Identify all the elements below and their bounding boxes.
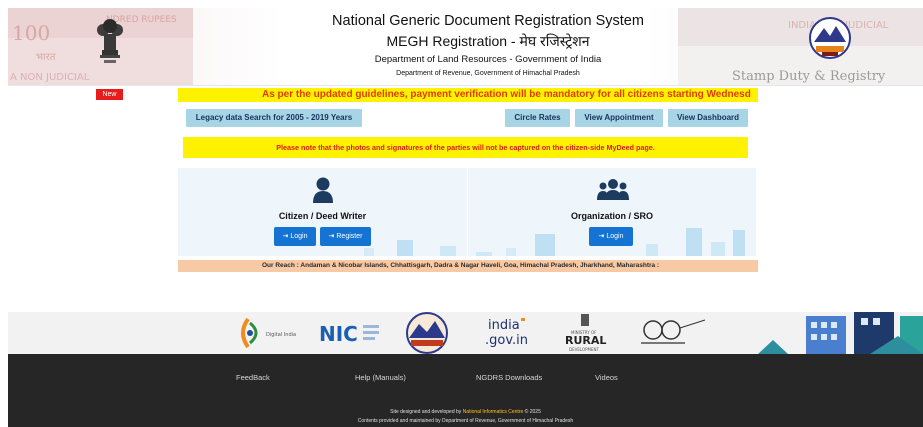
- city-skyline-illustration: [758, 312, 923, 354]
- legacy-data-search-button[interactable]: Legacy data Search for 2005 - 2019 Years: [186, 109, 362, 127]
- users-group-icon: [597, 179, 629, 200]
- page-subtitle: MEGH Registration - मेघ रजिस्ट्रेशन: [386, 33, 590, 49]
- sign-in-icon: ⇥: [328, 233, 335, 240]
- page: 100 NDRED RUPEES भारत A NON JUDICIAL Nat…: [0, 0, 923, 427]
- footer-maintained-by: Contents provided and maintained by Depa…: [8, 418, 923, 424]
- header-banner: 100 NDRED RUPEES भारत A NON JUDICIAL Nat…: [8, 8, 923, 86]
- designed-prefix: Site designed and developed by: [390, 409, 462, 415]
- new-badge: New: [96, 89, 123, 100]
- photo-signature-notice: Please note that the photos and signatur…: [183, 137, 748, 158]
- svg-text:Digital India: Digital India: [266, 332, 296, 338]
- citizen-panel-title: Citizen / Deed Writer: [278, 211, 367, 221]
- sign-in-icon: ⇥: [598, 233, 605, 240]
- organization-login-button[interactable]: ⇥ Login: [589, 227, 633, 246]
- svg-text:RURAL: RURAL: [565, 334, 606, 347]
- svg-text:DEVELOPMENT: DEVELOPMENT: [569, 347, 599, 352]
- footer-link-feedback[interactable]: FeedBack: [236, 373, 270, 382]
- stamp-value: 100: [12, 21, 50, 45]
- stamp-paper-right-image: INDIA NON JUDICIAL Stamp Duty & Registry: [678, 8, 923, 85]
- state-department-name: Department of Revenue, Government of Him…: [396, 70, 580, 77]
- user-icon: [313, 177, 333, 203]
- himachal-emblem-logo[interactable]: [400, 312, 454, 354]
- header-text-block: National Generic Document Registration S…: [268, 12, 708, 80]
- stamp-hindi: भारत: [36, 52, 56, 63]
- ministry-rural-development-logo[interactable]: MINISTRY OF RURAL DEVELOPMENT: [559, 312, 611, 354]
- view-appointment-button[interactable]: View Appointment: [575, 109, 663, 127]
- citizen-panel: Citizen / Deed Writer ⇥ Login ⇥ Register: [178, 168, 467, 256]
- circle-rates-button[interactable]: Circle Rates: [505, 109, 570, 127]
- swachh-bharat-logo[interactable]: [635, 318, 707, 348]
- announcement-marquee: As per the updated guidelines, payment v…: [178, 88, 758, 102]
- view-dashboard-button[interactable]: View Dashboard: [668, 109, 748, 127]
- footer-link-ngdrs-downloads[interactable]: NGDRS Downloads: [476, 373, 542, 382]
- svg-text:NIC: NIC: [319, 322, 358, 346]
- maintained-org: Department of Revenue, Government of Him…: [442, 418, 574, 424]
- organization-login-label: Login: [606, 233, 624, 240]
- nic-logo[interactable]: NIC: [317, 319, 381, 347]
- footer-link-help-manuals[interactable]: Help (Manuals): [355, 373, 406, 382]
- department-name: Department of Land Resources - Governmen…: [374, 54, 602, 65]
- national-emblem-icon: [97, 19, 123, 63]
- footer: FeedBack Help (Manuals) NGDRS Downloads …: [8, 354, 923, 427]
- digital-india-logo[interactable]: Digital India: [236, 315, 302, 351]
- page-title: National Generic Document Registration S…: [332, 13, 644, 29]
- sign-in-icon: ⇥: [282, 233, 289, 240]
- himachal-pradesh-logo-icon: [809, 17, 851, 59]
- india-gov-logo[interactable]: india .gov.in: [485, 315, 535, 351]
- citizen-login-label: Login: [290, 233, 308, 240]
- stamp-caption: Stamp Duty & Registry: [732, 69, 886, 84]
- partner-logo-strip: Digital India NIC india .gov.in MINISTRY…: [8, 312, 923, 354]
- citizen-login-button[interactable]: ⇥ Login: [274, 227, 316, 246]
- maintained-prefix: Contents provided and maintained by: [357, 418, 441, 424]
- svg-text:.gov.in: .gov.in: [485, 333, 528, 348]
- stamp-nonjudicial: A NON JUDICIAL: [10, 72, 90, 83]
- footer-designed-by: Site designed and developed by National …: [8, 409, 923, 415]
- organization-panel-title: Organization / SRO: [570, 211, 653, 221]
- footer-link-videos[interactable]: Videos: [595, 373, 618, 382]
- svg-text:india: india: [488, 318, 520, 333]
- organization-panel: Organization / SRO ⇥ Login: [468, 168, 756, 256]
- nic-footer-link[interactable]: National Informatics Centre: [463, 409, 524, 415]
- citizen-register-label: Register: [336, 233, 363, 240]
- our-reach-marquee: Our Reach : Andaman & Nicobar Islands, C…: [178, 260, 758, 272]
- copyright: © 2025: [524, 409, 541, 415]
- citizen-register-button[interactable]: ⇥ Register: [320, 227, 371, 246]
